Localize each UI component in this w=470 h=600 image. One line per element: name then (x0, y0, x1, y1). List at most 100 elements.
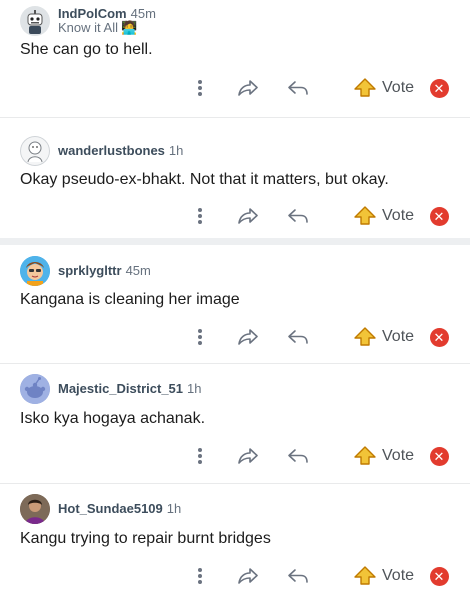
upvote-arrow-icon (354, 327, 376, 346)
timestamp: 1h (187, 381, 202, 396)
comment-card: IndPolCom 45m Know it All 🧑‍💻 She can go… (0, 0, 470, 117)
comment-meta: wanderlustbones 1h (58, 144, 183, 158)
comment-card: wanderlustbones 1h Okay pseudo-ex-bhakt.… (0, 118, 470, 238)
comment-actions: Vote ✕ (0, 74, 470, 102)
vote-label: Vote (382, 567, 415, 584)
more-options-button[interactable] (190, 562, 210, 590)
comment-header: Hot_Sundae5109 1h (20, 492, 181, 526)
comment-actions: Vote ✕ (0, 442, 470, 470)
more-vertical-icon (198, 448, 202, 464)
vote-label: Vote (382, 447, 415, 464)
colorful-avatar-icon (20, 256, 50, 286)
comment-meta: sprklyglttr 45m (58, 264, 151, 278)
downvote-button[interactable]: ✕ (428, 74, 450, 102)
laptop-emoji-icon: 🧑‍💻 (120, 20, 138, 35)
downvote-button[interactable]: ✕ (428, 202, 450, 230)
upvote-button[interactable]: Vote (354, 202, 414, 230)
downvote-button[interactable]: ✕ (428, 562, 450, 590)
downvote-x-icon: ✕ (429, 566, 449, 586)
reply-button[interactable] (284, 74, 312, 102)
reply-arrow-icon (288, 569, 308, 583)
comment-header: sprklyglttr 45m (20, 254, 151, 288)
comment-body: Isko kya hogaya achanak. (20, 410, 206, 427)
share-arrow-icon (238, 568, 258, 584)
user-avatar[interactable] (20, 494, 50, 524)
upvote-button[interactable]: Vote (354, 323, 414, 351)
more-options-button[interactable] (190, 74, 210, 102)
comment-header: wanderlustbones 1h (20, 134, 183, 168)
user-flair: Know it All 🧑‍💻 (58, 21, 156, 35)
flair-text: Know it All (58, 20, 118, 35)
share-button[interactable] (234, 74, 262, 102)
sketch-avatar-icon (20, 136, 50, 166)
more-options-button[interactable] (190, 202, 210, 230)
user-avatar[interactable] (20, 6, 50, 36)
downvote-x-icon: ✕ (429, 327, 449, 347)
comment-header: Majestic_District_51 1h (20, 372, 201, 406)
downvote-x-icon: ✕ (429, 78, 449, 98)
timestamp: 45m (130, 6, 156, 21)
reply-button[interactable] (284, 323, 312, 351)
comment-meta: Majestic_District_51 1h (58, 382, 201, 396)
upvote-arrow-icon (354, 78, 376, 97)
thread-divider (0, 238, 470, 245)
downvote-x-icon: ✕ (429, 446, 449, 466)
downvote-x-icon: ✕ (429, 206, 449, 226)
user-avatar[interactable] (20, 136, 50, 166)
username[interactable]: Majestic_District_51 (58, 382, 183, 396)
snoo-default-avatar-icon (20, 374, 50, 404)
username[interactable]: wanderlustbones (58, 144, 165, 158)
reply-arrow-icon (288, 449, 308, 463)
comment-meta: IndPolCom 45m Know it All 🧑‍💻 (58, 7, 156, 35)
comment-card: Majestic_District_51 1h Isko kya hogaya … (0, 364, 470, 483)
timestamp: 45m (125, 263, 151, 278)
reply-button[interactable] (284, 442, 312, 470)
comment-actions: Vote ✕ (0, 323, 470, 351)
more-options-button[interactable] (190, 442, 210, 470)
share-button[interactable] (234, 323, 262, 351)
vote-label: Vote (382, 207, 415, 224)
reply-arrow-icon (288, 209, 308, 223)
comment-card: Hot_Sundae5109 1h Kangu trying to repair… (0, 484, 470, 599)
reply-arrow-icon (288, 81, 308, 95)
more-options-button[interactable] (190, 323, 210, 351)
vote-label: Vote (382, 79, 415, 96)
vote-label: Vote (382, 328, 415, 345)
share-arrow-icon (238, 80, 258, 96)
reply-arrow-icon (288, 330, 308, 344)
timestamp: 1h (168, 143, 184, 158)
share-button[interactable] (234, 202, 262, 230)
more-vertical-icon (198, 329, 202, 345)
downvote-button[interactable]: ✕ (428, 323, 450, 351)
share-button[interactable] (234, 562, 262, 590)
more-vertical-icon (198, 80, 202, 96)
comment-meta: Hot_Sundae5109 1h (58, 502, 181, 516)
username[interactable]: Hot_Sundae5109 (58, 502, 163, 516)
share-arrow-icon (238, 329, 258, 345)
comment-body: Kangu trying to repair burnt bridges (20, 530, 271, 547)
comment-body: Kangana is cleaning her image (20, 291, 240, 308)
reply-button[interactable] (284, 562, 312, 590)
share-button[interactable] (234, 442, 262, 470)
user-avatar[interactable] (20, 374, 50, 404)
upvote-arrow-icon (354, 446, 376, 465)
comment-body: She can go to hell. (20, 41, 153, 58)
upvote-button[interactable]: Vote (354, 442, 414, 470)
upvote-arrow-icon (354, 566, 376, 585)
username[interactable]: IndPolCom (58, 7, 127, 21)
upvote-button[interactable]: Vote (354, 74, 414, 102)
more-vertical-icon (198, 568, 202, 584)
comment-actions: Vote ✕ (0, 202, 470, 230)
downvote-button[interactable]: ✕ (428, 442, 450, 470)
more-vertical-icon (198, 208, 202, 224)
username[interactable]: sprklyglttr (58, 264, 122, 278)
comment-header: IndPolCom 45m Know it All 🧑‍💻 (20, 4, 156, 38)
comment-actions: Vote ✕ (0, 562, 470, 590)
upvote-button[interactable]: Vote (354, 562, 414, 590)
user-avatar[interactable] (20, 256, 50, 286)
share-arrow-icon (238, 208, 258, 224)
share-arrow-icon (238, 448, 258, 464)
reply-button[interactable] (284, 202, 312, 230)
comment-card: sprklyglttr 45m Kangana is cleaning her … (0, 245, 470, 363)
upvote-arrow-icon (354, 206, 376, 225)
